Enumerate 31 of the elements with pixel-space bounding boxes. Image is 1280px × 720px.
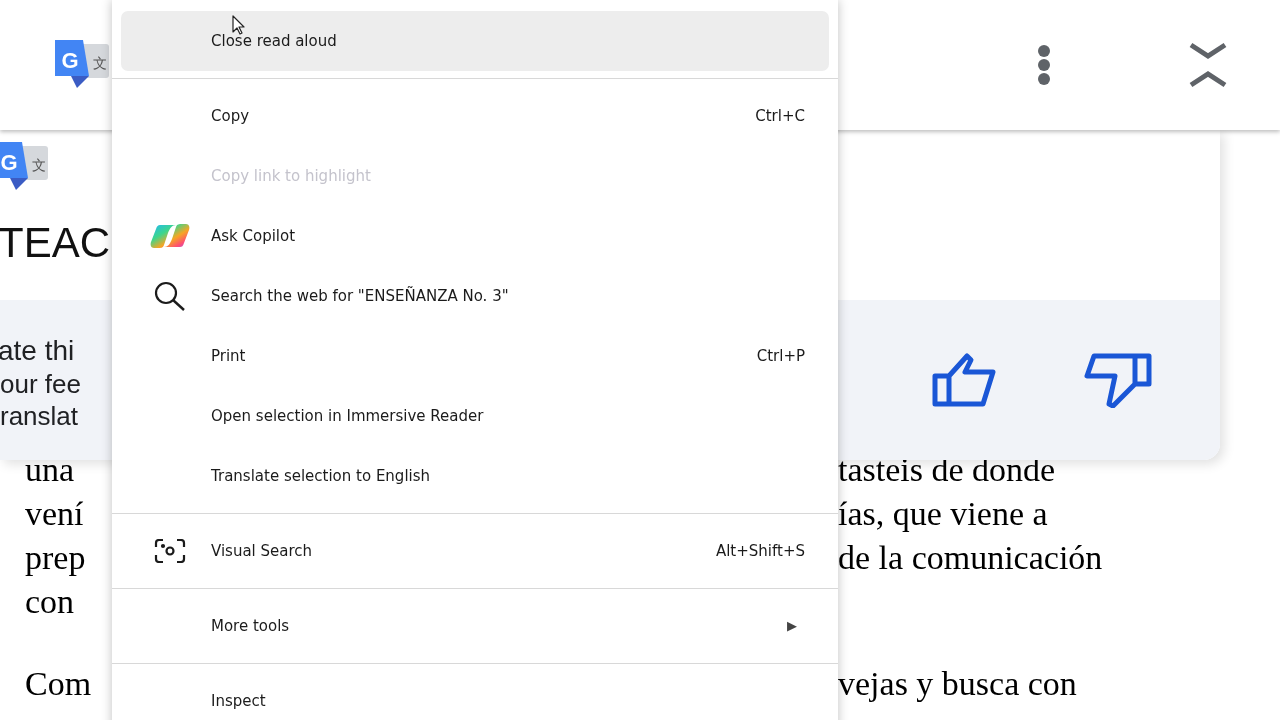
translate-logo[interactable]: G 文 (53, 38, 111, 92)
feedback-text: ate thi (0, 334, 76, 368)
menu-item[interactable]: More tools ▶ (121, 596, 829, 656)
copilot-icon (150, 223, 190, 249)
menu-item[interactable]: Translate selection to English (121, 446, 829, 506)
document-text: tasteis de donde (838, 450, 1056, 490)
menu-item[interactable]: Close read aloud (121, 11, 829, 71)
cursor-icon (232, 15, 246, 35)
menu-item[interactable]: Visual Search Alt+Shift+S (121, 521, 829, 581)
thumbs-down-icon[interactable] (1084, 352, 1152, 408)
document-text: con (25, 582, 75, 622)
collapse-icon[interactable] (1188, 41, 1228, 89)
submenu-arrow: ▶ (787, 617, 797, 636)
menu-item[interactable]: Ask Copilot (121, 206, 829, 266)
menu-item[interactable]: Print Ctrl+P (121, 326, 829, 386)
more-icon[interactable] (1037, 44, 1051, 86)
menu-item[interactable]: Copy Ctrl+C (121, 86, 829, 146)
feedback-text: our fee (0, 368, 81, 400)
feedback-text: ranslat (0, 400, 80, 432)
document-text: vení (25, 494, 84, 534)
visual-search-icon (154, 539, 186, 563)
document-text: vejas y busca con (838, 664, 1077, 704)
menu-item[interactable]: Search the web for "ENSEÑANZA No. 3" (121, 266, 829, 326)
menu-item[interactable]: Open selection in Immersive Reader (121, 386, 829, 446)
menu-item[interactable]: Inspect (121, 671, 829, 720)
document-text: de la comunicación (838, 538, 1103, 578)
document-text: prep (25, 538, 86, 578)
document-text: ías, que viene a (838, 494, 1048, 534)
translate-logo[interactable]: G 文 (0, 140, 50, 194)
document-text: Com (25, 664, 92, 704)
document-text: una (25, 450, 75, 490)
